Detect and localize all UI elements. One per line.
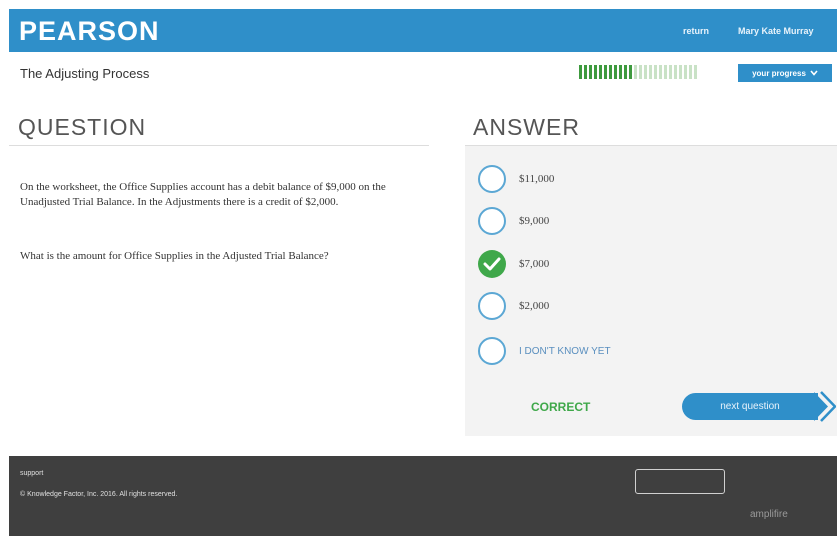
progress-segment	[584, 65, 587, 79]
progress-segment	[679, 65, 682, 79]
footer: support © Knowledge Factor, Inc. 2016. A…	[9, 456, 837, 536]
top-bar: PEARSON return Mary Kate Murray	[9, 9, 837, 52]
answer-option-dont-know[interactable]: I DON'T KNOW YET	[478, 335, 611, 367]
selected-radio-button[interactable]	[478, 250, 506, 278]
question-heading: QUESTION	[18, 114, 147, 140]
radio-button[interactable]	[478, 292, 506, 320]
answer-option-9000[interactable]: $9,000	[478, 205, 549, 237]
your-progress-button[interactable]: your progress	[738, 64, 832, 82]
question-divider	[9, 145, 429, 146]
progress-segment	[609, 65, 612, 79]
progress-segment	[664, 65, 667, 79]
return-link[interactable]: return	[683, 26, 709, 36]
pearson-logo: PEARSON	[19, 16, 160, 46]
progress-segment	[649, 65, 652, 79]
answer-option-7000[interactable]: $7,000	[478, 248, 549, 280]
progress-segment	[659, 65, 662, 79]
your-progress-label: your progress	[752, 68, 806, 78]
progress-segment	[669, 65, 672, 79]
answer-option-2000[interactable]: $2,000	[478, 290, 549, 322]
question-prompt: What is the amount for Office Supplies i…	[20, 250, 329, 262]
question-text: On the worksheet, the Office Supplies ac…	[20, 181, 386, 208]
progress-segment	[684, 65, 687, 79]
radio-button[interactable]	[478, 165, 506, 193]
answer-divider	[465, 145, 837, 146]
next-question-label: next question	[720, 401, 780, 412]
user-name[interactable]: Mary Kate Murray	[738, 26, 814, 36]
answer-option-label: $11,000	[519, 173, 555, 185]
chevron-down-icon	[810, 70, 818, 76]
radio-button[interactable]	[478, 337, 506, 365]
answer-option-label: $2,000	[519, 300, 550, 312]
radio-button[interactable]	[478, 207, 506, 235]
answer-option-label: I DON'T KNOW YET	[519, 345, 611, 357]
sub-header: The Adjusting Process your progress	[9, 52, 837, 92]
progress-segment	[644, 65, 647, 79]
answer-option-11000[interactable]: $11,000	[478, 163, 554, 195]
progress-segment	[594, 65, 597, 79]
result-status: CORRECT	[531, 400, 591, 414]
amplifire-logo: amplifire	[750, 509, 788, 520]
support-link[interactable]: support	[20, 470, 43, 477]
progress-bar	[579, 65, 729, 79]
answer-option-label: $7,000	[519, 258, 550, 270]
progress-segment	[634, 65, 637, 79]
topic-title: The Adjusting Process	[20, 66, 150, 81]
footer-button[interactable]	[635, 469, 725, 494]
progress-segment	[624, 65, 627, 79]
progress-segment	[654, 65, 657, 79]
copyright-text: © Knowledge Factor, Inc. 2016. All right…	[20, 491, 178, 498]
progress-segment	[689, 65, 692, 79]
progress-segment	[694, 65, 697, 79]
progress-segment	[629, 65, 632, 79]
progress-segment	[639, 65, 642, 79]
progress-segment	[579, 65, 582, 79]
checkmark-icon	[483, 257, 501, 271]
progress-segment	[589, 65, 592, 79]
next-question-button[interactable]: next question	[682, 391, 836, 422]
progress-segment	[619, 65, 622, 79]
progress-segment	[599, 65, 602, 79]
progress-segment	[614, 65, 617, 79]
progress-segment	[604, 65, 607, 79]
answer-option-label: $9,000	[519, 215, 550, 227]
progress-segment	[674, 65, 677, 79]
answer-heading: ANSWER	[473, 114, 580, 140]
page: PEARSON return Mary Kate Murray The Adju…	[0, 0, 837, 536]
